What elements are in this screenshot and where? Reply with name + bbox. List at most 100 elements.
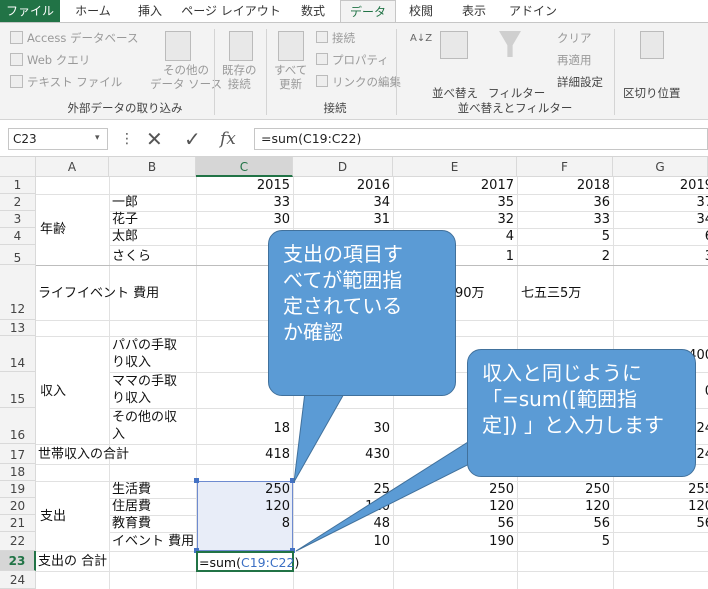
cell[interactable]: 収入 xyxy=(40,383,66,400)
row-header[interactable]: 3 xyxy=(0,211,36,228)
cell[interactable]: 48 xyxy=(293,515,390,532)
tab-review[interactable]: 校閲 xyxy=(396,0,446,22)
column-header[interactable]: A xyxy=(36,157,109,177)
cell[interactable]: 37 xyxy=(613,194,708,211)
cell[interactable]: 住居費 xyxy=(112,498,151,515)
row-header[interactable]: 2 xyxy=(0,194,36,211)
column-header[interactable]: G xyxy=(613,157,708,177)
tab-data[interactable]: データ xyxy=(340,0,396,22)
cell[interactable]: 418 xyxy=(196,446,290,463)
row-header[interactable]: 20 xyxy=(0,498,36,515)
cell[interactable]: 2 xyxy=(517,248,610,265)
column-header[interactable]: D xyxy=(293,157,393,177)
cell[interactable]: 2019 xyxy=(613,177,708,194)
row-header[interactable]: 15 xyxy=(0,372,36,408)
cell[interactable]: 支出 xyxy=(40,508,66,525)
active-cell-editor[interactable]: =sum(C19:C22) xyxy=(199,554,299,571)
column-header[interactable]: B xyxy=(109,157,196,177)
cell[interactable]: 32 xyxy=(393,211,514,228)
web-query-button[interactable]: Web クエリ xyxy=(27,52,90,68)
connections-button[interactable]: 接続 xyxy=(332,30,355,46)
cell[interactable]: 10 xyxy=(293,533,390,550)
cell[interactable]: 120 xyxy=(517,498,610,515)
cell[interactable]: 2017 xyxy=(393,177,514,194)
other-sources-button[interactable]: その他の データ ソース xyxy=(150,63,222,91)
cell[interactable]: 90万 xyxy=(455,285,485,302)
column-header[interactable]: C xyxy=(196,157,293,177)
row-header[interactable]: 22 xyxy=(0,532,36,551)
cell[interactable]: 2015 xyxy=(196,177,290,194)
reapply-button[interactable]: 再適用 xyxy=(557,52,592,68)
refresh-all-button[interactable]: すべて 更新 xyxy=(274,63,307,91)
cell[interactable]: 250 xyxy=(393,481,514,498)
access-button[interactable]: Access データベース xyxy=(27,30,138,46)
cell[interactable]: 8 xyxy=(196,515,290,532)
cell[interactable]: 世帯収入の合計 xyxy=(38,446,129,463)
filter-button[interactable]: フィルター xyxy=(488,85,545,101)
sort-az-button[interactable]: A↓Z xyxy=(410,33,432,44)
cell[interactable]: 33 xyxy=(196,194,290,211)
cell[interactable]: 教育費 xyxy=(112,515,151,532)
cell[interactable]: 120 xyxy=(613,498,708,515)
tab-formulas[interactable]: 数式 xyxy=(286,0,340,22)
insert-function-icon[interactable]: fx xyxy=(220,125,236,153)
cell[interactable]: イベント 費用 xyxy=(112,533,194,550)
cell[interactable]: 35 xyxy=(393,194,514,211)
tab-addins[interactable]: アドイン xyxy=(502,0,564,22)
cell[interactable]: 18 xyxy=(196,420,290,437)
cell[interactable]: 250 xyxy=(196,481,290,498)
cell[interactable]: その他の収 入 xyxy=(112,409,177,443)
cell[interactable]: 5 xyxy=(517,228,610,245)
properties-button[interactable]: プロパティ xyxy=(332,52,389,68)
cell[interactable]: 30 xyxy=(196,211,290,228)
cell[interactable]: 6 xyxy=(613,228,708,245)
row-header[interactable]: 21 xyxy=(0,515,36,532)
tab-file[interactable]: ファイル xyxy=(0,0,60,22)
cell[interactable]: 34 xyxy=(613,211,708,228)
row-header[interactable]: 12 xyxy=(0,265,36,320)
cell[interactable]: 七五三5万 xyxy=(521,285,581,302)
cell[interactable]: 生活費 xyxy=(112,481,151,498)
cell[interactable]: ライフイベント 費用 xyxy=(38,285,159,302)
cell[interactable]: パパの手取 り収入 xyxy=(112,337,177,371)
cell[interactable]: 年齢 xyxy=(40,221,66,238)
cell[interactable]: 120 xyxy=(293,498,390,515)
text-file-button[interactable]: テキスト ファイル xyxy=(27,74,122,90)
formula-input[interactable]: =sum(C19:C22) xyxy=(254,128,708,150)
cell[interactable]: 56 xyxy=(393,515,514,532)
cell[interactable]: 3 xyxy=(613,248,708,265)
row-header[interactable]: 14 xyxy=(0,336,36,372)
row-header[interactable]: 16 xyxy=(0,408,36,444)
cell[interactable]: 190 xyxy=(393,533,514,550)
column-header[interactable]: E xyxy=(393,157,517,177)
row-header[interactable]: 1 xyxy=(0,177,36,194)
select-all-corner[interactable] xyxy=(0,157,36,177)
cell[interactable]: 2016 xyxy=(293,177,390,194)
cell[interactable]: 太郎 xyxy=(112,228,138,245)
cell[interactable]: 花子 xyxy=(112,211,138,228)
chevron-down-icon[interactable]: ▾ xyxy=(95,133,100,143)
cell[interactable]: 34 xyxy=(293,194,390,211)
cell[interactable]: 56 xyxy=(613,515,708,532)
cell[interactable]: 31 xyxy=(293,211,390,228)
tab-page-layout[interactable]: ページ レイアウト xyxy=(176,0,286,22)
tab-insert[interactable]: 挿入 xyxy=(124,0,176,22)
column-header[interactable]: F xyxy=(517,157,613,177)
cell[interactable]: 430 xyxy=(293,446,390,463)
cell[interactable]: 30 xyxy=(293,420,390,437)
cell[interactable]: 56 xyxy=(517,515,610,532)
cell[interactable]: 5 xyxy=(517,533,610,550)
cell[interactable]: 255 xyxy=(613,481,708,498)
clear-button[interactable]: クリア xyxy=(557,30,592,46)
row-header[interactable]: 13 xyxy=(0,320,36,336)
cell[interactable]: 一郎 xyxy=(112,194,138,211)
cell[interactable]: 120 xyxy=(393,498,514,515)
cell[interactable]: ママの手取 り収入 xyxy=(112,373,177,407)
existing-connections-button[interactable]: 既存の 接続 xyxy=(222,63,257,91)
edit-links-button[interactable]: リンクの編集 xyxy=(332,74,401,90)
row-header[interactable]: 19 xyxy=(0,481,36,498)
enter-icon[interactable]: ✓ xyxy=(184,125,201,153)
row-header[interactable]: 5 xyxy=(0,245,36,265)
cell[interactable]: 25 xyxy=(293,481,390,498)
row-header[interactable]: 23 xyxy=(0,551,36,571)
